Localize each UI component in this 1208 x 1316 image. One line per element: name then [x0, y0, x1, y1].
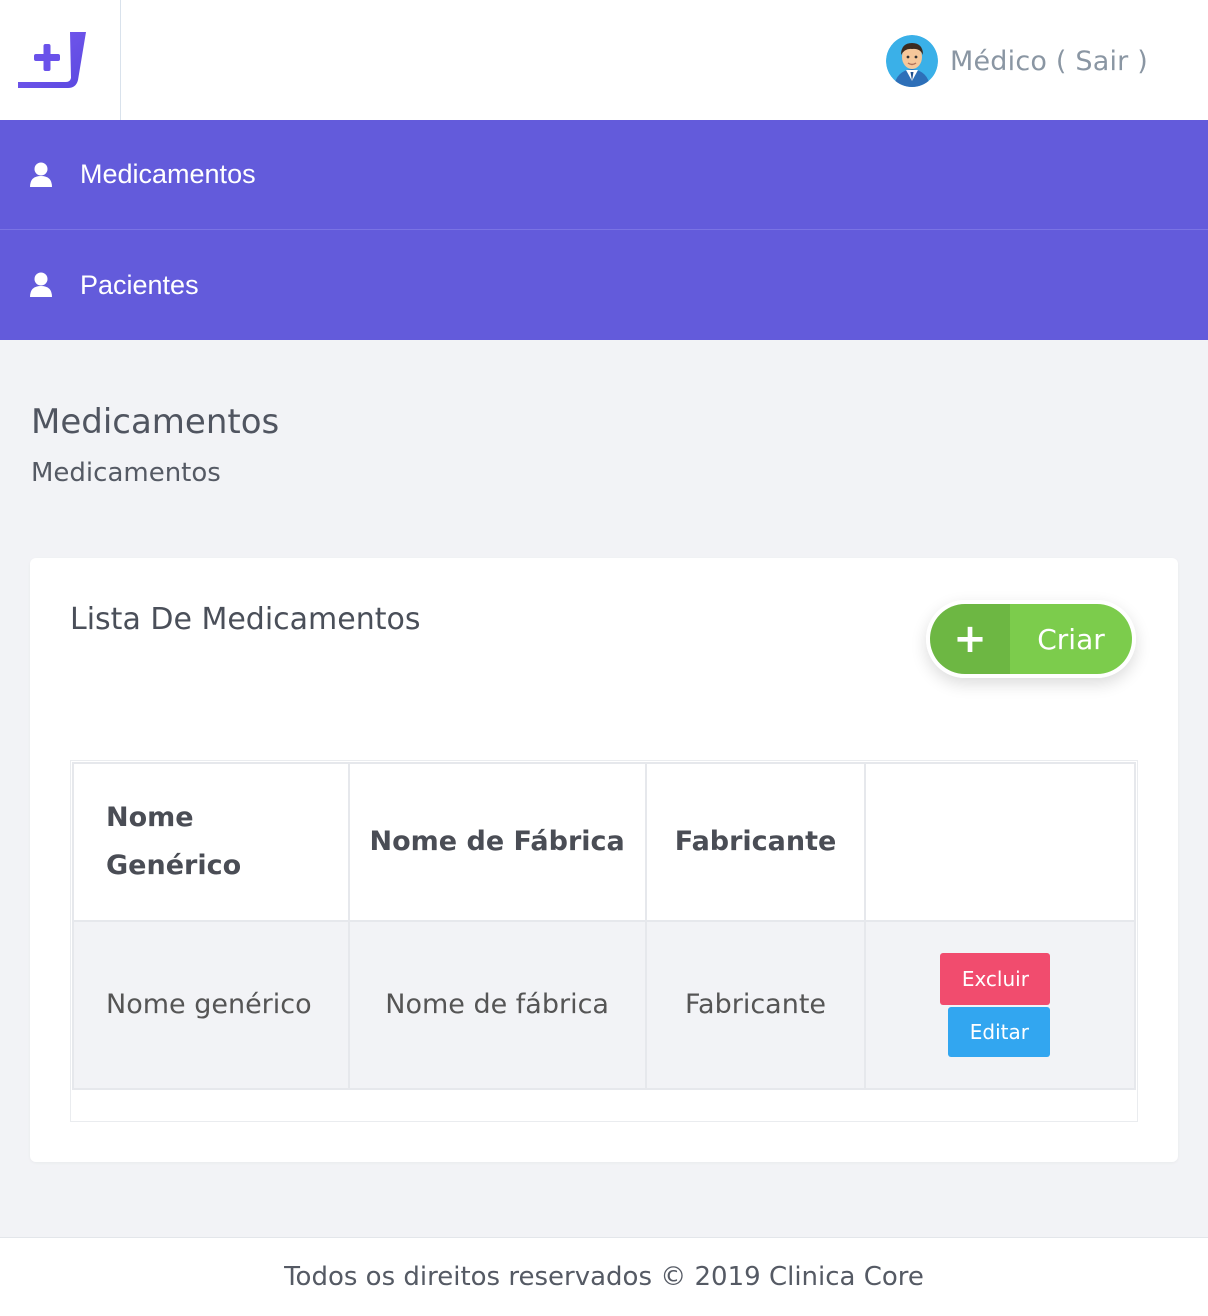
page-title: Medicamentos: [31, 402, 280, 442]
user-icon: [30, 272, 52, 297]
nav-item-label: Medicamentos: [80, 159, 256, 189]
medications-table-wrapper: Nome Genérico Nome de Fábrica Fabricante…: [70, 760, 1138, 1122]
nav-item-label: Pacientes: [80, 269, 199, 300]
nav-item-medicamentos[interactable]: Medicamentos: [0, 120, 1208, 230]
cell-manufacturer: Fabricante: [644, 920, 867, 1090]
column-header-actions: [864, 762, 1136, 922]
cell-generic-name: Nome genérico: [72, 920, 350, 1090]
avatar: [885, 35, 938, 87]
cell-actions: Excluir Editar: [864, 920, 1136, 1090]
user-menu[interactable]: Médico ( Sair ): [885, 33, 1148, 89]
table-row: Nome genérico Nome de fábrica Fabricante…: [72, 920, 1136, 1090]
plus-icon: +: [930, 604, 1010, 674]
nav-item-pacientes[interactable]: Pacientes: [0, 230, 1208, 340]
logo[interactable]: [0, 0, 121, 120]
logo-icon: [18, 32, 86, 88]
card-title: Lista De Medicamentos: [70, 602, 421, 637]
table-header-row: Nome Genérico Nome de Fábrica Fabricante: [72, 762, 1136, 922]
footer: Todos os direitos reservados © 2019 Clin…: [0, 1237, 1208, 1316]
medications-card: Lista De Medicamentos + Criar Nome Genér…: [30, 558, 1178, 1162]
medications-table: Nome Genérico Nome de Fábrica Fabricante…: [72, 762, 1136, 1090]
cell-brand-name: Nome de fábrica: [347, 920, 647, 1090]
column-header-manufacturer[interactable]: Fabricante: [644, 762, 867, 922]
column-header-brand-name[interactable]: Nome de Fábrica: [347, 762, 647, 922]
main-nav: Medicamentos Pacientes: [0, 120, 1208, 340]
footer-copyright: Todos os direitos reservados © 2019 Clin…: [284, 1262, 924, 1292]
create-button-label: Criar: [1010, 604, 1132, 674]
delete-button[interactable]: Excluir: [940, 953, 1051, 1005]
column-header-generic-name[interactable]: Nome Genérico: [72, 762, 350, 922]
user-icon: [30, 162, 52, 187]
user-logout-link[interactable]: Médico ( Sair ): [950, 46, 1148, 77]
breadcrumb: Medicamentos: [31, 458, 221, 488]
top-bar: Médico ( Sair ): [0, 0, 1208, 120]
create-button[interactable]: + Criar: [926, 600, 1136, 678]
edit-button[interactable]: Editar: [948, 1007, 1051, 1057]
